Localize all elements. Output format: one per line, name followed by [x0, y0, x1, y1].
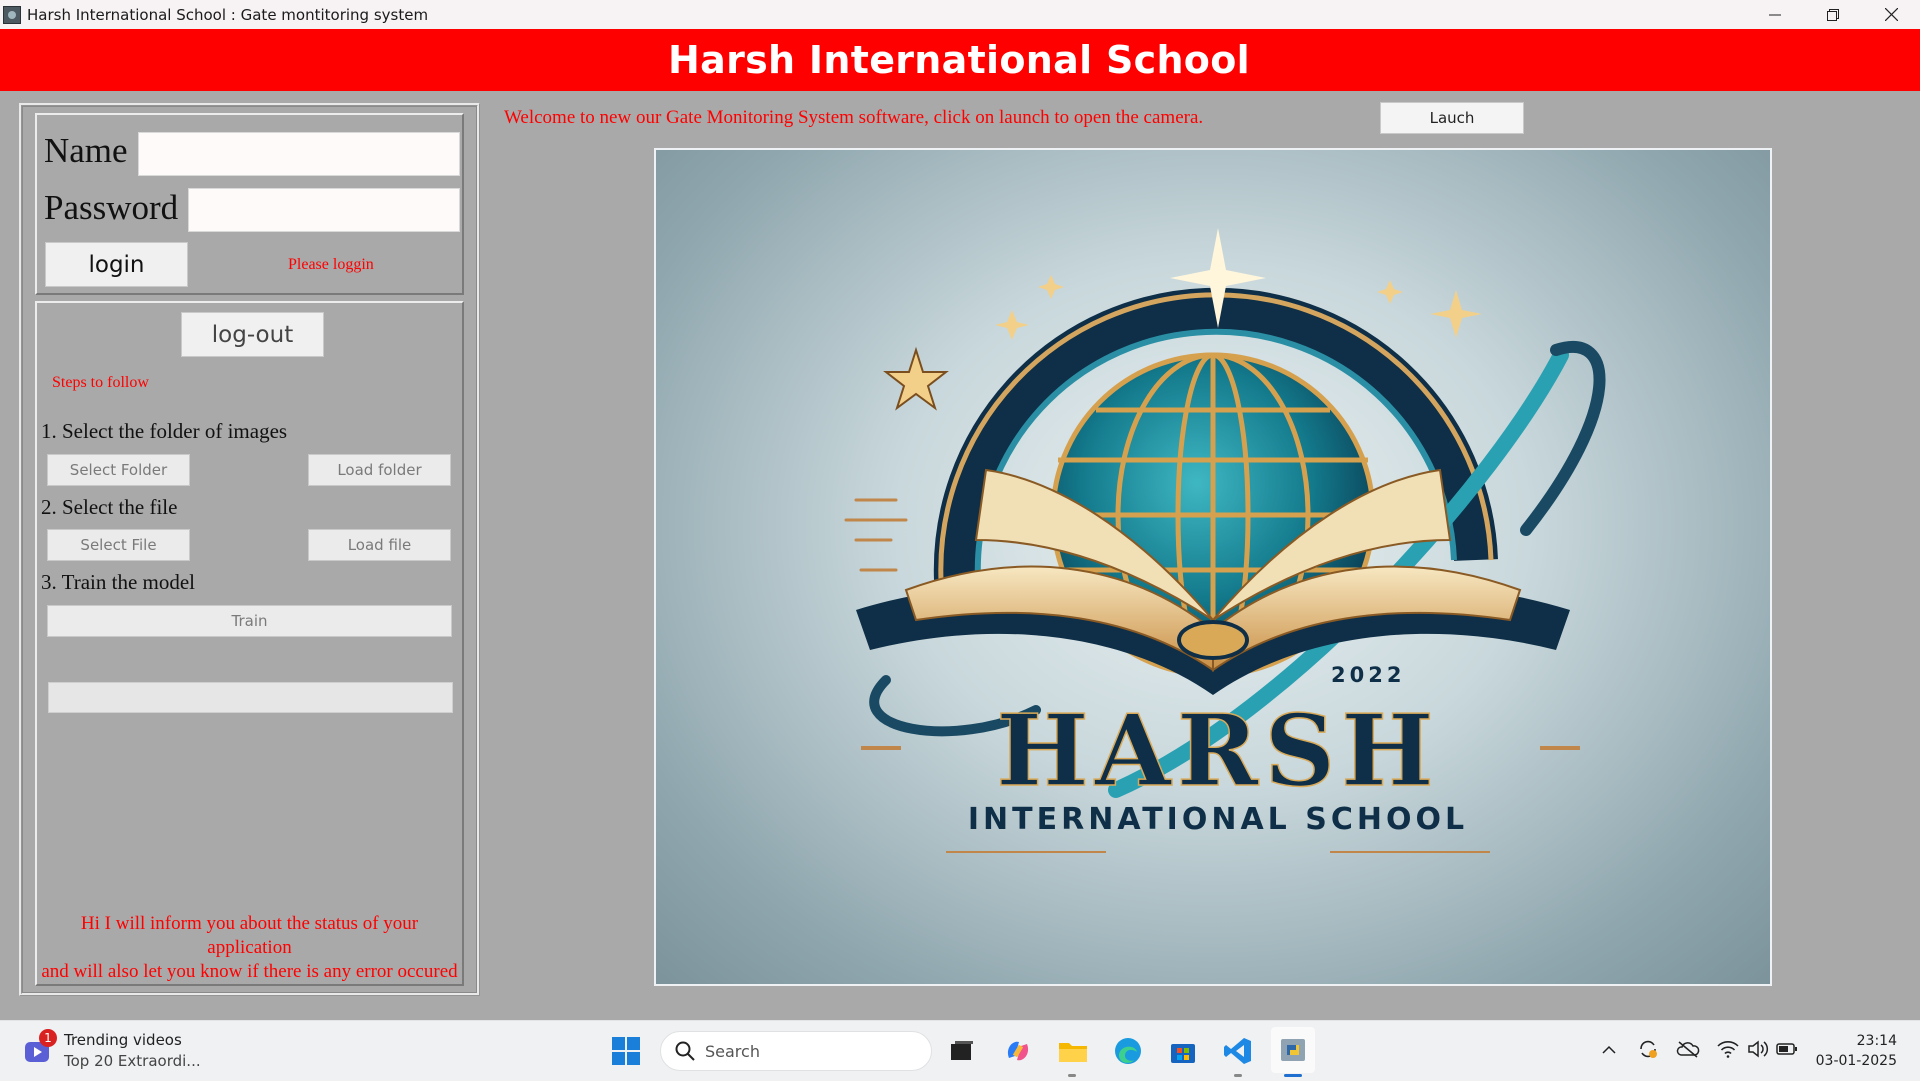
training-progress-bar — [48, 682, 453, 713]
restore-icon — [1827, 8, 1839, 21]
window-controls — [1746, 0, 1920, 29]
select-folder-button[interactable]: Select Folder — [47, 454, 190, 486]
start-button[interactable] — [608, 1033, 644, 1069]
wifi-tray-button[interactable] — [1716, 1037, 1740, 1061]
status-message-line-1: Hi I will inform you about the status of… — [80, 913, 419, 958]
show-hidden-icons-button[interactable] — [1598, 1039, 1620, 1061]
clock[interactable]: 23:14 03-01-2025 — [1816, 1031, 1897, 1071]
window-titlebar: Harsh International School : Gate montit… — [0, 0, 1920, 29]
load-file-button[interactable]: Load file — [308, 529, 451, 561]
step-2-label: 2. Select the file — [41, 495, 178, 519]
school-logo-image: 2022 HARSH INTERNATIONAL SCHOOL — [654, 148, 1772, 986]
status-message: Hi I will inform you about the status of… — [37, 912, 462, 984]
sync-icon — [1640, 1040, 1657, 1058]
logo-year: 2022 — [1331, 663, 1405, 687]
sync-tray-button[interactable] — [1636, 1037, 1660, 1061]
step-1-label: 1. Select the folder of images — [41, 419, 288, 443]
notification-badge: 1 — [39, 1029, 57, 1047]
clock-time: 23:14 — [1856, 1033, 1897, 1049]
step-3-label: 3. Train the model — [41, 570, 196, 594]
python-app-button[interactable] — [1271, 1027, 1315, 1073]
taskbar: 1 Trending videos Top 20 Extraordi... Se… — [0, 1020, 1920, 1081]
file-explorer-button[interactable] — [1055, 1033, 1091, 1069]
python-app-icon — [1281, 1039, 1305, 1061]
file-explorer-indicator — [1068, 1074, 1076, 1077]
name-label: Name — [44, 131, 128, 170]
minimize-button[interactable] — [1746, 0, 1804, 29]
python-app-indicator — [1284, 1074, 1302, 1077]
logo-name: HARSH — [996, 694, 1439, 809]
password-input[interactable] — [188, 188, 460, 232]
battery-tray-button[interactable] — [1775, 1037, 1799, 1061]
login-button[interactable]: login — [45, 242, 188, 287]
taskbar-search[interactable]: Search — [660, 1031, 932, 1071]
close-icon — [1884, 8, 1898, 21]
logout-button[interactable]: log-out — [181, 312, 324, 357]
steps-heading: Steps to follow — [52, 374, 149, 391]
vscode-icon — [1224, 1038, 1251, 1064]
search-placeholder: Search — [705, 1041, 760, 1061]
logo-subtitle: INTERNATIONAL SCHOOL — [968, 802, 1468, 837]
wifi-icon — [1717, 1041, 1739, 1058]
header-title: Harsh International School — [668, 38, 1250, 82]
edge-icon — [1115, 1038, 1141, 1064]
close-button[interactable] — [1862, 0, 1920, 29]
store-icon — [1171, 1044, 1195, 1063]
windows-start-icon — [612, 1037, 640, 1065]
minimize-icon — [1769, 14, 1781, 15]
left-panel: Name Password login Please loggin log-ou… — [19, 103, 480, 996]
task-view-button[interactable] — [944, 1033, 980, 1069]
vscode-button[interactable] — [1220, 1033, 1256, 1069]
widget-title[interactable]: Trending videos — [64, 1031, 182, 1049]
vscode-indicator — [1234, 1074, 1242, 1077]
password-label: Password — [44, 188, 179, 227]
select-file-button[interactable]: Select File — [47, 529, 190, 561]
copilot-icon — [1007, 1041, 1029, 1061]
restore-button[interactable] — [1804, 0, 1862, 29]
volume-icon — [1748, 1040, 1769, 1058]
school-logo: 2022 HARSH INTERNATIONAL SCHOOL — [844, 228, 1606, 853]
cloud-offline-icon — [1676, 1041, 1700, 1058]
steps-section: log-out Steps to follow 1. Select the fo… — [35, 301, 464, 986]
app-header: Harsh International School — [0, 29, 1920, 91]
login-status: Please loggin — [288, 256, 374, 273]
status-message-line-2: and will also let you know if there is a… — [41, 961, 458, 982]
launch-button[interactable]: Lauch — [1380, 102, 1524, 134]
store-button[interactable] — [1165, 1033, 1201, 1069]
clock-date: 03-01-2025 — [1815, 1053, 1897, 1069]
widget-subtitle[interactable]: Top 20 Extraordi... — [64, 1052, 201, 1070]
load-folder-button[interactable]: Load folder — [308, 454, 451, 486]
login-section: Name Password login Please loggin — [35, 113, 464, 295]
onedrive-tray-button[interactable] — [1676, 1037, 1700, 1061]
task-view-icon — [951, 1041, 973, 1060]
copilot-button[interactable] — [1000, 1033, 1036, 1069]
search-icon — [675, 1041, 695, 1061]
welcome-text: Welcome to new our Gate Monitoring Syste… — [504, 107, 1204, 128]
chevron-up-icon — [1602, 1045, 1616, 1054]
volume-tray-button[interactable] — [1746, 1037, 1770, 1061]
app-icon — [3, 5, 21, 24]
window-title: Harsh International School : Gate montit… — [27, 5, 429, 24]
edge-button[interactable] — [1110, 1033, 1146, 1069]
train-button[interactable]: Train — [47, 605, 452, 637]
battery-icon — [1776, 1043, 1797, 1055]
name-input[interactable] — [138, 132, 460, 176]
widgets-button[interactable]: 1 — [22, 1029, 57, 1067]
folder-icon — [1059, 1043, 1087, 1062]
